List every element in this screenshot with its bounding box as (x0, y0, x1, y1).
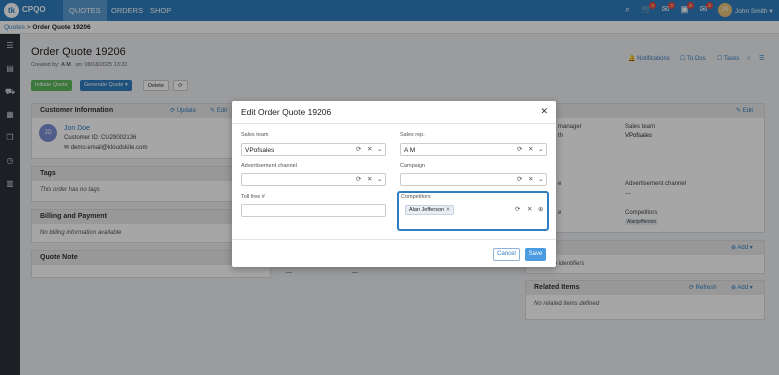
cancel-button[interactable]: Cancel (493, 248, 520, 261)
competitor-tag-label: Alan Jefferson (409, 207, 445, 213)
campaign-select[interactable]: ⟳ ✕ ⌄ (400, 173, 547, 186)
save-button[interactable]: Save (525, 248, 546, 261)
competitor-tag: Alan Jefferson ✕ (405, 205, 455, 215)
refresh-icon[interactable]: ⟳ (517, 176, 522, 184)
dialog-title: Edit Order Quote 19206 (241, 107, 332, 117)
close-icon[interactable]: ✕ (540, 106, 548, 117)
adv-channel-label: Advertisement channel (241, 163, 297, 169)
refresh-icon[interactable]: ⟳ (356, 176, 361, 184)
toll-free-label: Toll free # (241, 194, 265, 200)
refresh-icon[interactable]: ⟳ (515, 206, 520, 214)
clear-icon[interactable]: ✕ (528, 176, 533, 184)
remove-tag-icon[interactable]: ✕ (446, 207, 451, 213)
chevron-down-icon[interactable]: ⌄ (538, 176, 543, 184)
sales-rep-value: A M (404, 147, 416, 154)
clear-icon[interactable]: ✕ (367, 176, 372, 184)
divider (232, 239, 556, 240)
chevron-down-icon[interactable]: ⌄ (538, 146, 543, 154)
toll-free-input[interactable] (241, 204, 386, 217)
chevron-down-icon[interactable]: ⌄ (377, 176, 382, 184)
divider (232, 123, 556, 124)
clear-icon[interactable]: ✕ (527, 206, 532, 214)
sales-rep-select[interactable]: A M ⟳ ✕ ⌄ (400, 143, 547, 156)
sales-team-label: Sales team (241, 132, 269, 138)
clear-icon[interactable]: ✕ (367, 146, 372, 154)
adv-channel-select[interactable]: ⟳ ✕ ⌄ (241, 173, 386, 186)
sales-team-value: VPofsales (245, 147, 275, 154)
sales-rep-label: Sales rep. (400, 132, 425, 138)
clear-icon[interactable]: ✕ (528, 146, 533, 154)
competitors-label: Competitors (401, 194, 431, 200)
refresh-icon[interactable]: ⟳ (356, 146, 361, 154)
sales-team-select[interactable]: VPofsales ⟳ ✕ ⌄ (241, 143, 386, 156)
refresh-icon[interactable]: ⟳ (517, 146, 522, 154)
campaign-label: Campaign (400, 163, 426, 169)
add-circle-icon[interactable]: ⊕ (538, 206, 543, 214)
chevron-down-icon[interactable]: ⌄ (377, 146, 382, 154)
